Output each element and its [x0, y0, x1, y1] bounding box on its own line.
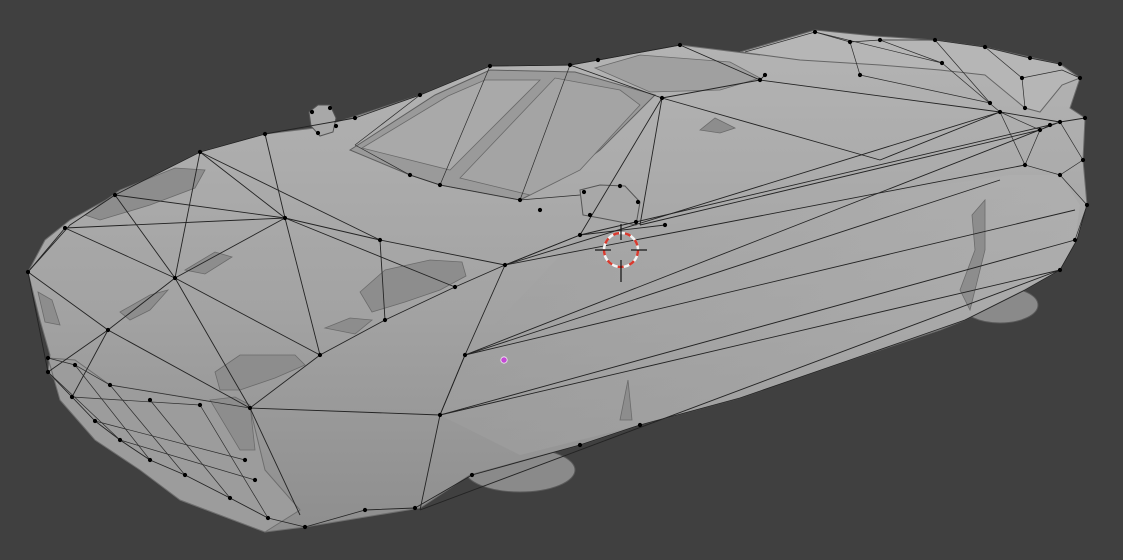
mesh-vertex[interactable] [1082, 115, 1088, 121]
mesh-vertex[interactable] [45, 355, 51, 361]
mesh-vertex[interactable] [309, 109, 315, 115]
mesh-vertex[interactable] [659, 95, 665, 101]
mesh-vertex[interactable] [437, 182, 443, 188]
mesh-vertex[interactable] [352, 115, 358, 121]
object-origin-icon[interactable] [500, 356, 508, 364]
mesh-vertex[interactable] [637, 422, 643, 428]
mesh-vertex[interactable] [517, 197, 523, 203]
mesh-vertex[interactable] [595, 57, 601, 63]
mesh-vertex[interactable] [172, 275, 178, 281]
mesh-vertex[interactable] [112, 192, 118, 198]
mesh-vertex[interactable] [302, 524, 308, 530]
mesh-vertex[interactable] [1019, 75, 1025, 81]
mesh-vertex[interactable] [581, 189, 587, 195]
mesh-vertex[interactable] [377, 237, 383, 243]
mesh-vertex[interactable] [147, 397, 153, 403]
mesh-vertex[interactable] [469, 472, 475, 478]
mesh-vertex[interactable] [462, 352, 468, 358]
mesh-vertex[interactable] [987, 100, 993, 106]
mesh-vertex[interactable] [1022, 105, 1028, 111]
mesh-vertex[interactable] [997, 109, 1003, 115]
mesh-vertex[interactable] [252, 477, 258, 483]
mesh-vertex[interactable] [327, 105, 333, 111]
mesh-vertex[interactable] [662, 222, 668, 228]
mesh-vertex[interactable] [69, 394, 75, 400]
mesh-vertex[interactable] [762, 72, 768, 78]
mesh-vertex[interactable] [242, 457, 248, 463]
mesh-vertex[interactable] [1037, 127, 1043, 133]
mesh-vertex[interactable] [282, 215, 288, 221]
mesh-vertex[interactable] [107, 382, 113, 388]
mesh-vertex[interactable] [617, 183, 623, 189]
mesh-vertex[interactable] [1057, 172, 1063, 178]
mesh-vertex[interactable] [317, 352, 323, 358]
mesh-vertex[interactable] [502, 262, 508, 268]
mesh-vertex[interactable] [635, 199, 641, 205]
mesh-vertex[interactable] [939, 60, 945, 66]
mesh-vertex[interactable] [452, 284, 458, 290]
mesh-vertex[interactable] [265, 515, 271, 521]
mesh-vertex[interactable] [537, 207, 543, 213]
mesh-vertex[interactable] [437, 412, 443, 418]
mesh-vertex[interactable] [315, 130, 321, 136]
mesh-vertex[interactable] [587, 212, 593, 218]
mesh-vertex[interactable] [247, 405, 253, 411]
mesh-vertex[interactable] [1057, 61, 1063, 67]
mesh-vertex[interactable] [757, 77, 763, 83]
mesh-vertex[interactable] [92, 418, 98, 424]
mesh-vertex[interactable] [147, 457, 153, 463]
mesh-vertex[interactable] [633, 219, 639, 225]
viewport-canvas[interactable] [0, 0, 1123, 560]
mesh-vertex[interactable] [417, 92, 423, 98]
mesh-vertex[interactable] [982, 44, 988, 50]
mesh-vertex[interactable] [877, 37, 883, 43]
mesh-vertex[interactable] [1057, 119, 1063, 125]
mesh-vertex[interactable] [197, 402, 203, 408]
mesh-vertex[interactable] [182, 472, 188, 478]
mesh-vertex[interactable] [72, 362, 78, 368]
mesh-vertex[interactable] [45, 369, 51, 375]
mesh-vertex[interactable] [62, 225, 68, 231]
mesh-vertex[interactable] [677, 42, 683, 48]
mesh-vertex[interactable] [1084, 202, 1090, 208]
mesh-vertex[interactable] [847, 39, 853, 45]
mesh-vertex[interactable] [362, 507, 368, 513]
mesh-vertex[interactable] [1027, 55, 1033, 61]
mesh-vertex[interactable] [487, 63, 493, 69]
mesh-vertex[interactable] [1057, 267, 1063, 273]
mesh-vertex[interactable] [262, 131, 268, 137]
mesh-vertex[interactable] [577, 232, 583, 238]
mesh-vertex[interactable] [117, 437, 123, 443]
mesh-vertex[interactable] [25, 269, 31, 275]
mesh-vertex[interactable] [1022, 162, 1028, 168]
mesh-vertex[interactable] [407, 172, 413, 178]
mesh-vertex[interactable] [227, 495, 233, 501]
mesh-vertex[interactable] [333, 123, 339, 129]
mesh-vertex[interactable] [1047, 122, 1053, 128]
mesh-vertex[interactable] [857, 72, 863, 78]
mesh-vertex[interactable] [812, 29, 818, 35]
mesh-vertex[interactable] [1080, 157, 1086, 163]
mesh-vertex[interactable] [197, 149, 203, 155]
mesh-vertex[interactable] [1077, 75, 1083, 81]
mesh-vertex[interactable] [932, 37, 938, 43]
mesh-vertex[interactable] [382, 317, 388, 323]
mesh-vertex[interactable] [1072, 237, 1078, 243]
3d-viewport[interactable] [0, 0, 1123, 560]
mesh-vertex[interactable] [412, 505, 418, 511]
mesh-vertex[interactable] [567, 62, 573, 68]
mesh-vertex[interactable] [577, 442, 583, 448]
mesh-vertex[interactable] [105, 327, 111, 333]
